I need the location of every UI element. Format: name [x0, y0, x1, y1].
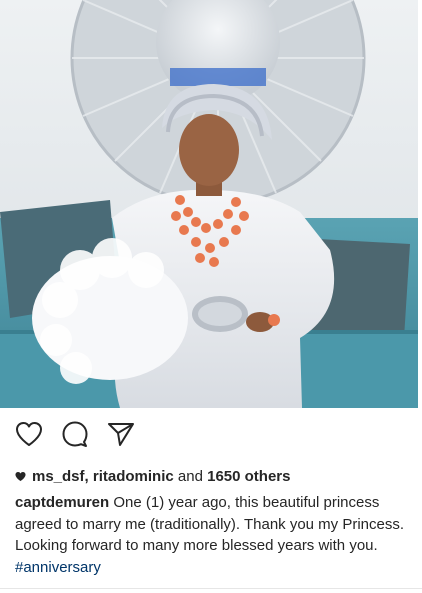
- likes-others-link[interactable]: 1650 others: [207, 468, 290, 485]
- heart-outline-icon[interactable]: [14, 420, 44, 448]
- post-caption: captdemuren One (1) year ago, this beaut…: [15, 492, 410, 578]
- post-photo[interactable]: [0, 0, 418, 408]
- liker-link-2[interactable]: ritadominic: [93, 468, 174, 485]
- post-actions: [14, 420, 136, 448]
- likes-separator: ,: [84, 468, 89, 485]
- photo-illustration: [0, 0, 418, 408]
- divider: [0, 588, 422, 589]
- comment-bubble-icon[interactable]: [60, 420, 90, 448]
- paper-plane-icon[interactable]: [106, 420, 136, 448]
- caption-hashtag[interactable]: #anniversary: [15, 559, 101, 576]
- heart-filled-icon: [15, 472, 26, 482]
- liker-link-1[interactable]: ms_dsf: [32, 468, 85, 485]
- likes-summary: ms_dsf, ritadominic and 1650 others: [15, 468, 291, 485]
- caption-username[interactable]: captdemuren: [15, 494, 109, 511]
- likes-and-text: and: [177, 468, 203, 485]
